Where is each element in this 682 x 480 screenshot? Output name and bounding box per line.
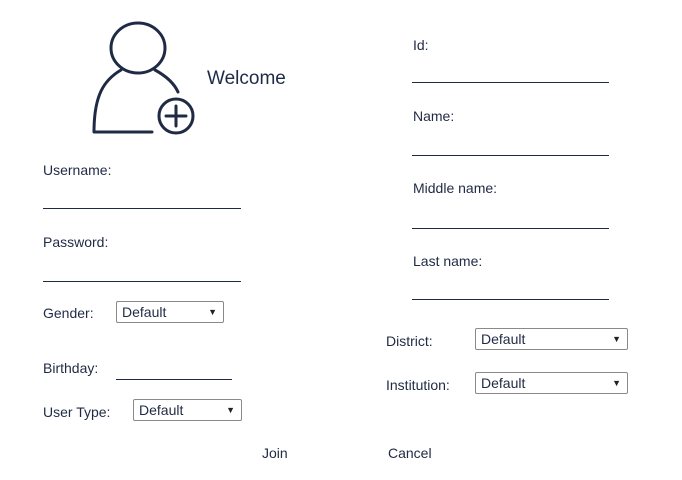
gender-label: Gender: (43, 305, 94, 321)
birthday-label: Birthday: (43, 360, 99, 376)
name-label: Name: (413, 108, 455, 124)
welcome-title: Welcome (207, 68, 286, 89)
district-select[interactable]: Default ▼ (475, 328, 628, 350)
username-label: Username: (43, 162, 112, 178)
institution-select-value: Default (481, 375, 526, 391)
add-user-icon (88, 20, 202, 136)
user-type-label: User Type: (43, 404, 111, 420)
user-type-select[interactable]: Default ▼ (133, 399, 242, 421)
last-name-label: Last name: (413, 253, 483, 269)
cancel-button[interactable]: Cancel (388, 445, 432, 461)
password-label: Password: (43, 234, 109, 250)
user-type-select-value: Default (139, 402, 184, 418)
last-name-input[interactable] (412, 281, 609, 300)
middle-name-label: Middle name: (413, 180, 498, 196)
middle-name-input[interactable] (412, 210, 609, 229)
chevron-down-icon: ▼ (226, 405, 235, 415)
id-label: Id: (413, 37, 429, 53)
chevron-down-icon: ▼ (612, 334, 621, 344)
birthday-input[interactable] (116, 361, 232, 380)
institution-select[interactable]: Default ▼ (475, 372, 628, 394)
name-input[interactable] (412, 137, 609, 156)
institution-label: Institution: (386, 377, 450, 393)
district-label: District: (386, 333, 433, 349)
chevron-down-icon: ▼ (612, 378, 621, 388)
gender-select-value: Default (122, 304, 167, 320)
district-select-value: Default (481, 331, 526, 347)
password-input[interactable] (43, 263, 241, 282)
chevron-down-icon: ▼ (208, 307, 217, 317)
join-button[interactable]: Join (262, 445, 288, 461)
username-input[interactable] (43, 190, 241, 209)
id-input[interactable] (412, 64, 609, 83)
gender-select[interactable]: Default ▼ (116, 301, 224, 323)
